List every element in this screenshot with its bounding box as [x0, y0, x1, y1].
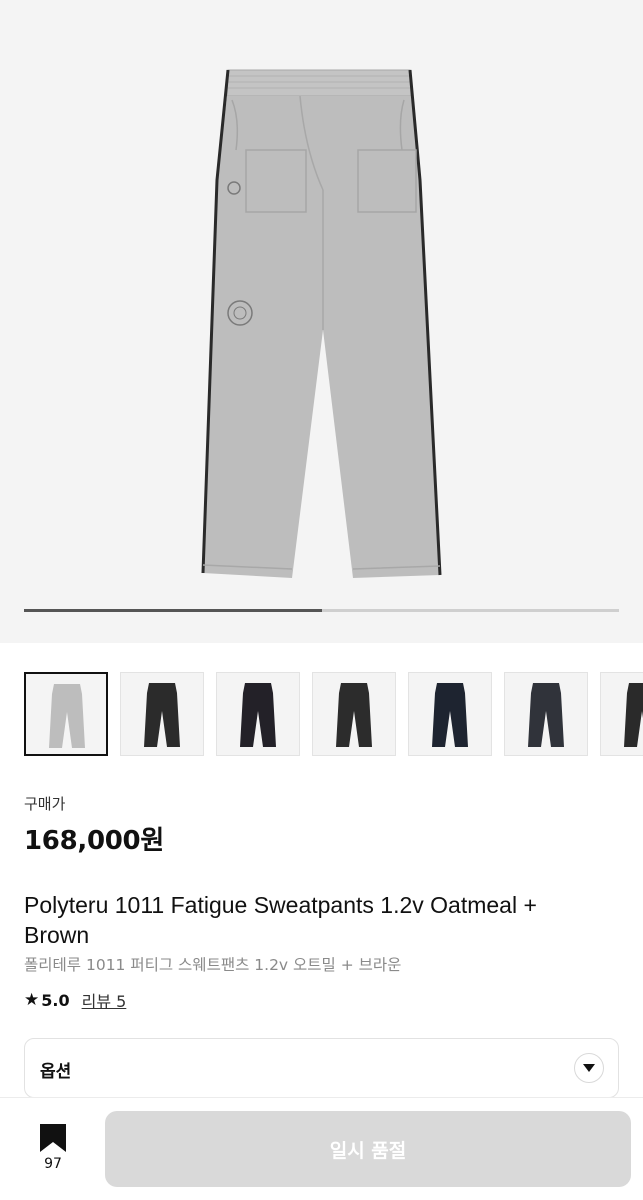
sold-out-button[interactable]: 일시 품절: [105, 1111, 631, 1187]
thumbnail-pants-icon: [49, 684, 85, 748]
product-title-korean: 폴리테루 1011 퍼티그 스웨트팬츠 1.2v 오트밀 + 브라운: [24, 956, 402, 974]
thumb-black[interactable]: [312, 672, 396, 756]
gallery-progress-bar: [24, 609, 619, 612]
thumbnail-pants-icon: [528, 683, 564, 747]
pants-image: [201, 69, 442, 578]
thumbnail-pants-icon: [240, 683, 276, 747]
bookmark-button[interactable]: 97: [30, 1122, 76, 1178]
thumb-navy[interactable]: [408, 672, 492, 756]
thumb-partial[interactable]: [600, 672, 643, 756]
bookmark-icon: [40, 1124, 66, 1152]
price-value: 168,000원: [24, 826, 164, 856]
price-label: 구매가: [24, 795, 66, 813]
thumb-oatmeal[interactable]: [24, 672, 108, 756]
option-label: 옵션: [40, 1062, 72, 1082]
product-title-english: Polyteru 1011 Fatigue Sweatpants 1.2v Oa…: [24, 892, 537, 948]
thumb-dark-gray[interactable]: [504, 672, 588, 756]
thumbnail-strip[interactable]: [24, 672, 643, 758]
review-link[interactable]: 리뷰 5: [82, 988, 127, 1012]
rating-score: 5.0: [41, 990, 70, 1010]
rating-row: ★ 5.0 리뷰 5: [24, 988, 126, 1012]
option-select[interactable]: 옵션: [24, 1038, 619, 1098]
chevron-down-icon[interactable]: [574, 1053, 604, 1083]
gallery-progress-fill: [24, 609, 322, 612]
thumb-black-purple[interactable]: [216, 672, 300, 756]
star-icon: ★: [24, 990, 40, 1010]
thumbnail-pants-icon: [336, 683, 372, 747]
thumb-charcoal[interactable]: [120, 672, 204, 756]
bottom-action-bar: 97 일시 품절: [0, 1097, 643, 1200]
thumbnail-pants-icon: [432, 683, 468, 747]
bookmark-count: 97: [44, 1156, 62, 1172]
thumbnail-pants-icon: [144, 683, 180, 747]
thumbnail-pants-icon: [624, 683, 643, 747]
product-image-gallery[interactable]: [0, 0, 643, 643]
